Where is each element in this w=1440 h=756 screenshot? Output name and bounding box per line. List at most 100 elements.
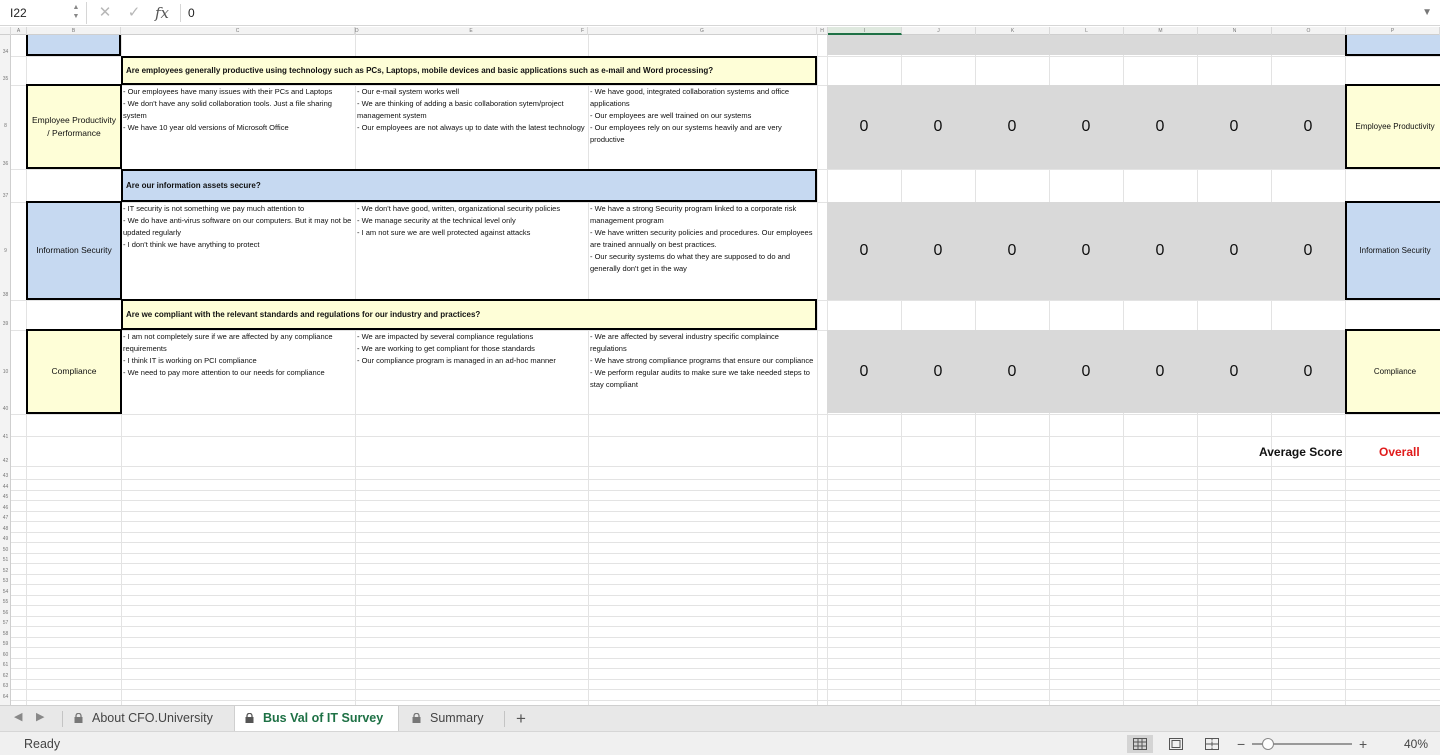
low-maturity-description[interactable]: - IT security is not something we pay mu… [121, 202, 355, 300]
previous-sheet-icon[interactable]: ◀ [14, 710, 22, 723]
row-header[interactable]: 64 [0, 694, 11, 700]
column-header[interactable]: B [27, 27, 121, 35]
row-header[interactable]: 51 [0, 557, 11, 563]
sheet-tab-bus-val-of-it-survey[interactable]: Bus Val of IT Survey [234, 706, 399, 731]
row-header[interactable]: 57 [0, 620, 11, 626]
sheet-tab-summary[interactable]: Summary [402, 706, 495, 731]
column-header[interactable]: H [817, 27, 828, 35]
average-score-label[interactable]: Average Score [1259, 445, 1343, 459]
score-cell[interactable]: 0 [1197, 85, 1271, 169]
column-header[interactable]: P [1346, 27, 1440, 35]
add-sheet-icon[interactable]: + [516, 706, 526, 731]
score-cell[interactable]: 0 [975, 202, 1049, 300]
row-header[interactable]: 50 [0, 547, 11, 553]
select-all-corner[interactable] [0, 27, 11, 35]
column-header[interactable]: L [1050, 27, 1124, 35]
row-header[interactable]: 58 [0, 631, 11, 637]
formula-input[interactable]: 0 [188, 2, 195, 24]
high-maturity-description[interactable]: - We have good, integrated collaboration… [588, 85, 817, 169]
score-cell[interactable]: 0 [975, 85, 1049, 169]
category-cell[interactable]: Information Security [26, 201, 122, 300]
right-category-cell[interactable]: Compliance [1345, 329, 1440, 414]
row-header[interactable]: 56 [0, 610, 11, 616]
category-cell[interactable]: Employee Productivity / Performance [26, 84, 122, 169]
column-header[interactable]: O [1272, 27, 1346, 35]
score-cell[interactable]: 0 [827, 85, 901, 169]
column-header[interactable]: A [11, 27, 27, 35]
column-header[interactable]: K [976, 27, 1050, 35]
row-header[interactable]: 40 [0, 406, 11, 412]
category-cell[interactable] [26, 35, 121, 56]
next-sheet-icon[interactable]: ▶ [36, 710, 44, 723]
row-header[interactable]: 61 [0, 662, 11, 668]
score-cell[interactable]: 0 [827, 202, 901, 300]
row-header[interactable]: 44 [0, 484, 11, 490]
column-header[interactable] [345, 27, 355, 35]
row-header[interactable]: 54 [0, 589, 11, 595]
enter-icon[interactable]: ✓ [124, 2, 144, 24]
row-header[interactable]: 53 [0, 578, 11, 584]
zoom-level[interactable]: 40% [1404, 732, 1428, 756]
score-cell[interactable]: 0 [1123, 202, 1197, 300]
score-cell[interactable]: 0 [1271, 330, 1345, 413]
row-header[interactable]: 62 [0, 673, 11, 679]
name-box-dropdown-icon[interactable]: ▲ ▼ [70, 3, 82, 23]
row-header[interactable]: 9 [0, 248, 11, 254]
score-cell[interactable]: 0 [901, 202, 975, 300]
overall-label[interactable]: Overall [1379, 445, 1420, 459]
low-maturity-description[interactable]: - I am not completely sure if we are aff… [121, 330, 355, 414]
score-row-partial[interactable] [827, 35, 1345, 55]
high-maturity-description[interactable]: - We have a strong Security program link… [588, 202, 817, 300]
normal-view-icon[interactable] [1127, 735, 1153, 753]
page-break-preview-icon[interactable] [1199, 735, 1225, 753]
score-cell[interactable]: 0 [1123, 85, 1197, 169]
column-header-selected[interactable]: I [828, 27, 902, 35]
row-header[interactable]: 41 [0, 434, 11, 440]
score-cell[interactable]: 0 [1271, 85, 1345, 169]
high-maturity-description[interactable]: - We are affected by several industry sp… [588, 330, 817, 414]
row-header[interactable]: 36 [0, 161, 11, 167]
score-cell[interactable]: 0 [1197, 202, 1271, 300]
row-header[interactable]: 52 [0, 568, 11, 574]
mid-maturity-description[interactable]: - We are impacted by several compliance … [355, 330, 588, 414]
row-header[interactable]: 35 [0, 76, 11, 82]
column-header[interactable]: N [1198, 27, 1272, 35]
row-header[interactable]: 38 [0, 292, 11, 298]
row-header[interactable]: 59 [0, 641, 11, 647]
score-cell[interactable]: 0 [975, 330, 1049, 413]
row-header[interactable]: 63 [0, 683, 11, 689]
column-header[interactable]: C [121, 27, 355, 35]
category-cell[interactable]: Compliance [26, 329, 122, 414]
score-cell[interactable]: 0 [827, 330, 901, 413]
score-cell[interactable]: 0 [1271, 202, 1345, 300]
column-header[interactable]: J [902, 27, 976, 35]
zoom-in-button[interactable]: + [1359, 732, 1367, 756]
column-header[interactable]: F [578, 27, 588, 35]
row-header[interactable]: 47 [0, 515, 11, 521]
column-header[interactable]: G [588, 27, 817, 35]
page-layout-view-icon[interactable] [1163, 735, 1189, 753]
zoom-out-button[interactable]: − [1237, 732, 1245, 756]
low-maturity-description[interactable]: - Our employees have many issues with th… [121, 85, 355, 169]
score-cell[interactable]: 0 [901, 85, 975, 169]
question-cell[interactable]: Are employees generally productive using… [121, 56, 817, 85]
question-cell[interactable]: Are we compliant with the relevant stand… [121, 299, 817, 330]
cancel-icon[interactable]: ✕ [95, 2, 115, 24]
row-header[interactable]: 42 [0, 458, 11, 464]
row-header[interactable]: 39 [0, 321, 11, 327]
column-header[interactable]: E [355, 27, 588, 35]
question-cell[interactable]: Are our information assets secure? [121, 169, 817, 202]
row-header[interactable]: 55 [0, 599, 11, 605]
mid-maturity-description[interactable]: - Our e-mail system works well - We are … [355, 85, 588, 169]
score-cell[interactable]: 0 [1049, 85, 1123, 169]
insert-function-icon[interactable]: fx [155, 2, 169, 24]
column-header[interactable]: M [1124, 27, 1198, 35]
expand-formula-bar-icon[interactable]: ▼ [1422, 2, 1432, 24]
worksheet-grid[interactable]: Are employees generally productive using… [11, 35, 1440, 705]
mid-maturity-description[interactable]: - We don't have good, written, organizat… [355, 202, 588, 300]
row-header[interactable]: 34 [0, 49, 11, 55]
score-cell[interactable]: 0 [1197, 330, 1271, 413]
row-header[interactable]: 37 [0, 193, 11, 199]
score-cell[interactable]: 0 [1049, 330, 1123, 413]
row-header[interactable]: 48 [0, 526, 11, 532]
